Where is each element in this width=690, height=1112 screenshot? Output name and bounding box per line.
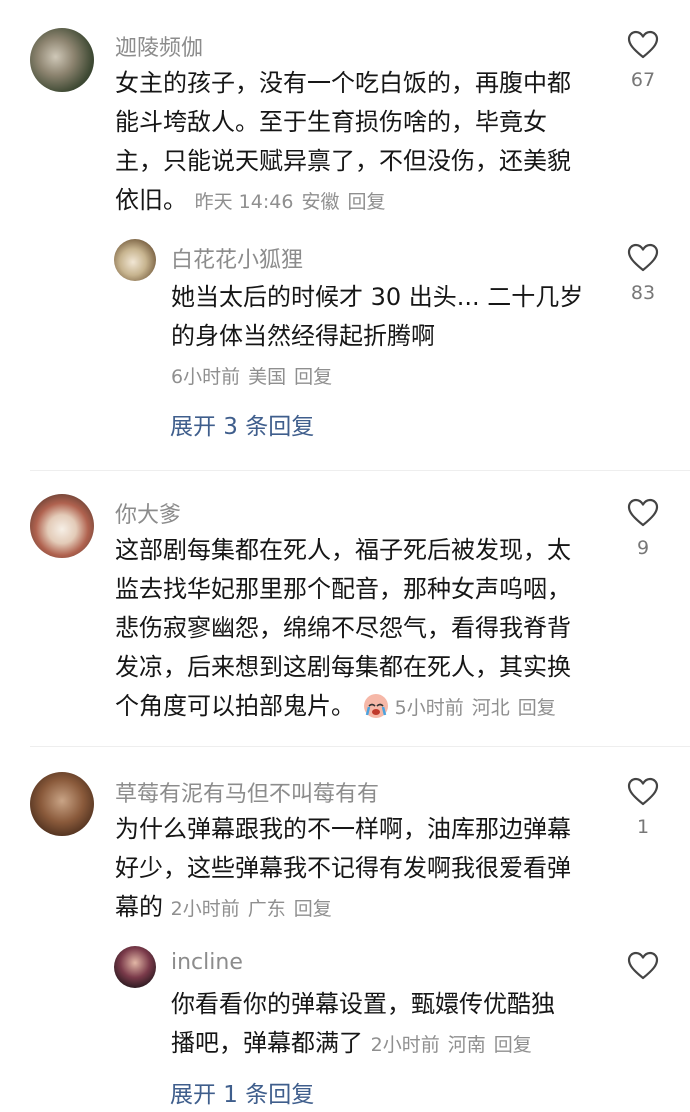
like-count: 9 <box>636 537 650 559</box>
crying-face-emoji <box>363 694 388 718</box>
comment-meta: 2小时前 广东 回复 <box>171 898 340 920</box>
expand-replies-button[interactable]: 展开 1 条回复 <box>170 1075 314 1109</box>
heart-icon <box>627 243 659 272</box>
comment-line-last: 依旧。 昨天 14:46 安徽 回复 <box>115 181 605 222</box>
reply-button[interactable]: 回复 <box>347 191 385 213</box>
comment-line: 个角度可以拍部鬼片。 <box>115 692 355 720</box>
avatar[interactable] <box>114 239 156 281</box>
timestamp: 6小时前 <box>171 366 241 388</box>
heart-icon <box>627 951 659 980</box>
comment-meta: 5小时前 河北 回复 <box>395 697 564 719</box>
comment-line-last: 播吧，弹幕都满了 2小时前 河南 回复 <box>171 1024 611 1065</box>
comment-line-last: 个角度可以拍部鬼片。 5小时前 河北 回复 <box>115 687 605 728</box>
reply-button[interactable]: 回复 <box>294 898 332 920</box>
comment-line: 这部剧每集都在死人，福子死后被发现，太 <box>115 536 571 564</box>
username[interactable]: 迦陵频伽 <box>115 30 203 62</box>
username[interactable]: 你大爹 <box>115 497 181 529</box>
comment-line: 女主的孩子，没有一个吃白饭的，再腹中都 <box>115 69 571 97</box>
comment-line: 你看看你的弹幕设置，甄嬛传优酷独 <box>171 990 555 1018</box>
reply-button[interactable]: 回复 <box>518 697 556 719</box>
expand-replies-button[interactable]: 展开 3 条回复 <box>170 407 314 441</box>
username[interactable]: 草莓有泥有马但不叫莓有有 <box>115 776 379 808</box>
reply-meta: 6小时前 美国 回复 <box>171 362 340 389</box>
comment-line: 她当太后的时候才 30 出头... 二十几岁 <box>171 283 584 311</box>
location: 河南 <box>447 1034 486 1056</box>
comment-line: 好少，这些弹幕我不记得有发啊我很爱看弹 <box>115 854 571 882</box>
comment-text: 为什么弹幕跟我的不一样啊，油库那边弹幕 好少，这些弹幕我不记得有发啊我很爱看弹 … <box>115 810 605 929</box>
username[interactable]: 白花花小狐狸 <box>171 242 303 274</box>
comment-text: 这部剧每集都在死人，福子死后被发现，太 监去找华妃那里那个配音，那种女声呜咽， … <box>115 531 605 728</box>
timestamp: 2小时前 <box>370 1034 440 1056</box>
like-count: 1 <box>636 816 650 838</box>
like-button[interactable] <box>626 951 660 980</box>
divider <box>30 470 690 471</box>
avatar[interactable] <box>30 772 94 836</box>
reply-text: 你看看你的弹幕设置，甄嬛传优酷独 播吧，弹幕都满了 2小时前 河南 回复 <box>171 985 611 1065</box>
avatar[interactable] <box>114 946 156 988</box>
like-count: 83 <box>630 282 656 304</box>
username[interactable]: incline <box>171 950 243 975</box>
comment-line: 依旧。 <box>115 186 187 214</box>
reply-button[interactable]: 回复 <box>294 366 332 388</box>
comment-line: 为什么弹幕跟我的不一样啊，油库那边弹幕 <box>115 815 571 843</box>
location: 安徽 <box>301 191 340 213</box>
location: 美国 <box>248 366 287 388</box>
like-button[interactable]: 1 <box>626 777 660 838</box>
location: 河北 <box>471 697 510 719</box>
reply-text: 她当太后的时候才 30 出头... 二十几岁 的身体当然经得起折腾啊 <box>171 278 611 356</box>
avatar[interactable] <box>30 494 94 558</box>
divider <box>30 746 690 747</box>
comment-line: 主，只能说天赋异禀了，不但没伤，还美貌 <box>115 147 571 175</box>
like-count: 67 <box>630 69 656 91</box>
comment-line: 悲伤寂寥幽怨，绵绵不尽怨气，看得我脊背 <box>115 614 571 642</box>
heart-icon <box>627 777 659 806</box>
comment-line: 幕的 <box>115 893 163 921</box>
comment-line: 监去找华妃那里那个配音，那种女声呜咽， <box>115 575 571 603</box>
comment-line: 能斗垮敌人。至于生育损伤啥的，毕竟女 <box>115 108 547 136</box>
reply-meta: 2小时前 河南 回复 <box>371 1034 540 1056</box>
comment-line: 的身体当然经得起折腾啊 <box>171 322 435 350</box>
like-button[interactable]: 83 <box>626 243 660 304</box>
heart-icon <box>627 30 659 59</box>
comment-text: 女主的孩子，没有一个吃白饭的，再腹中都 能斗垮敌人。至于生育损伤啥的，毕竟女 主… <box>115 64 605 222</box>
timestamp: 5小时前 <box>394 697 464 719</box>
avatar[interactable] <box>30 28 94 92</box>
location: 广东 <box>247 898 286 920</box>
timestamp: 2小时前 <box>170 898 240 920</box>
comment-line-last: 幕的 2小时前 广东 回复 <box>115 888 605 929</box>
comment-meta: 昨天 14:46 安徽 回复 <box>195 191 394 213</box>
timestamp: 昨天 14:46 <box>194 191 294 213</box>
like-button[interactable]: 67 <box>626 30 660 91</box>
comment-line: 发凉，后来想到这剧每集都在死人，其实换 <box>115 653 571 681</box>
like-button[interactable]: 9 <box>626 498 660 559</box>
comment-line: 播吧，弹幕都满了 <box>171 1029 363 1057</box>
reply-button[interactable]: 回复 <box>494 1034 532 1056</box>
heart-icon <box>627 498 659 527</box>
